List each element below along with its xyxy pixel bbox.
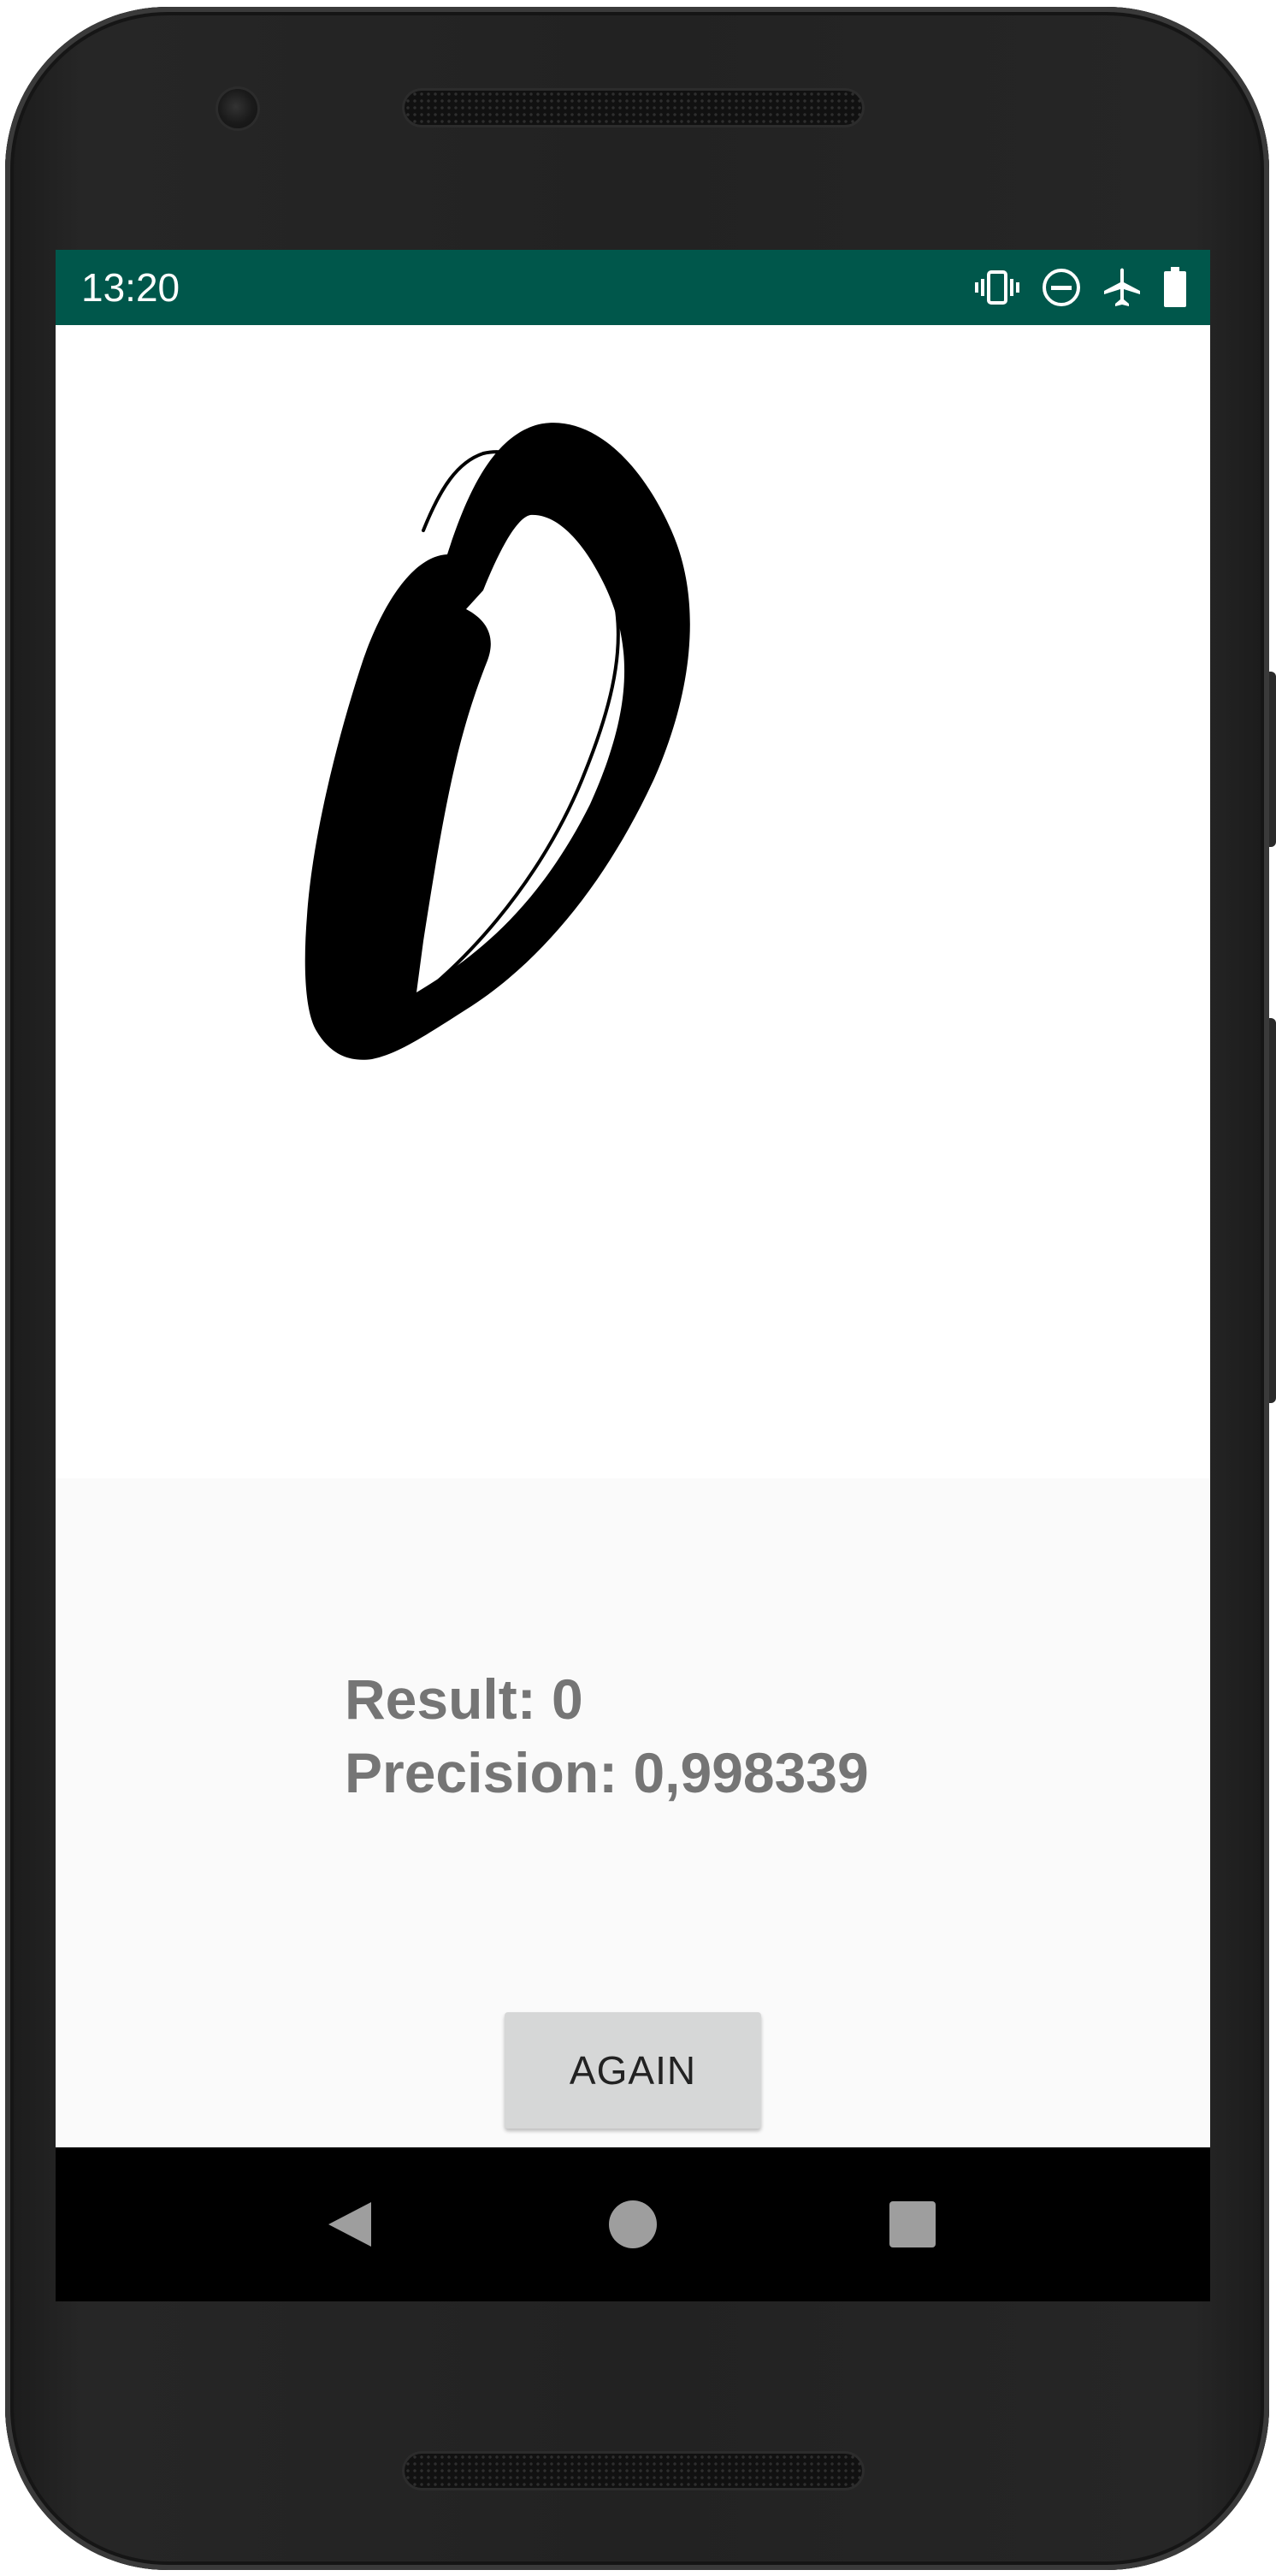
airplane-mode-icon (1102, 267, 1142, 308)
handwritten-digit-stroke (304, 423, 690, 1060)
power-button (1269, 672, 1276, 847)
bottom-speaker (405, 2454, 862, 2488)
earpiece-speaker (405, 91, 862, 125)
result-label: Result: 0 (345, 1667, 583, 1731)
do-not-disturb-icon (1041, 267, 1082, 308)
recents-icon[interactable] (870, 2182, 955, 2267)
vibrate-icon (974, 269, 1020, 306)
status-icons (974, 267, 1188, 308)
status-clock: 13:20 (81, 265, 180, 310)
again-button[interactable]: AGAIN (505, 2012, 761, 2129)
status-bar: 13:20 (56, 250, 1210, 325)
back-icon[interactable] (308, 2182, 393, 2267)
front-camera (218, 89, 257, 128)
drawing-canvas[interactable] (56, 325, 1210, 1478)
precision-label: Precision: 0,998339 (345, 1741, 869, 1804)
home-icon[interactable] (590, 2182, 676, 2267)
volume-button (1269, 1018, 1276, 1403)
device-screen: 13:20 Result: 0 Precision: 0,998339 AGAI… (56, 250, 1210, 2301)
navigation-bar (56, 2147, 1210, 2301)
battery-icon (1162, 267, 1188, 308)
